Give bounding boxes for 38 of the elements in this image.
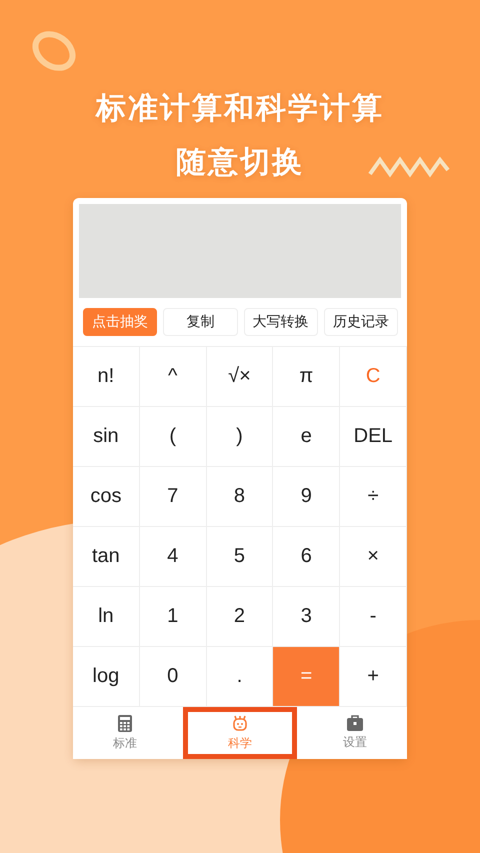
calculator-key[interactable]: π (273, 347, 340, 407)
calculator-key[interactable]: ^ (140, 347, 207, 407)
action-button[interactable]: 复制 (163, 308, 238, 336)
calculator-key[interactable]: 6 (273, 527, 340, 587)
calculator-key[interactable]: DEL (340, 407, 407, 467)
action-button[interactable]: 历史记录 (324, 308, 398, 336)
tab[interactable]: 标准 (73, 707, 177, 759)
calculator-key[interactable]: 1 (140, 587, 207, 647)
calculator-key[interactable]: √× (206, 347, 274, 407)
calculator-key[interactable]: 4 (140, 527, 207, 587)
calculator-key[interactable]: 5 (206, 527, 274, 587)
calculator-key[interactable]: + (340, 647, 407, 707)
tab[interactable]: 设置 (303, 707, 407, 759)
calculator-key[interactable]: 2 (206, 587, 274, 647)
calculator-key[interactable]: cos (73, 467, 140, 527)
calculator-key[interactable]: tan (73, 527, 140, 587)
calculator-key[interactable]: ln (73, 587, 140, 647)
action-button[interactable]: 大写转换 (244, 308, 318, 336)
calculator-key[interactable]: 8 (206, 467, 274, 527)
calculator-key[interactable]: sin (73, 407, 140, 467)
calculator-key[interactable]: n! (73, 347, 140, 407)
headline: 随意切换 (175, 144, 305, 182)
headline: 标准计算和科学计算 (96, 90, 384, 128)
calculator-key[interactable]: log (73, 647, 140, 707)
robot-icon (231, 714, 249, 732)
calculator-key[interactable]: 9 (273, 467, 340, 527)
calculator-key[interactable]: 7 (140, 467, 207, 527)
calculator-key[interactable]: . (206, 647, 274, 707)
calculator-key[interactable]: ( (140, 407, 207, 467)
calculator-key[interactable]: e (273, 407, 340, 467)
calculator-key[interactable]: 0 (140, 647, 207, 707)
calculator-icon (118, 714, 132, 732)
calculator-key[interactable]: 3 (273, 587, 340, 647)
calculator-key[interactable]: ) (206, 407, 274, 467)
toolbox-icon (347, 715, 363, 731)
calculator-key[interactable]: ÷ (340, 467, 407, 527)
calculator-key[interactable]: × (340, 527, 407, 587)
calculator-key[interactable]: - (340, 587, 407, 647)
